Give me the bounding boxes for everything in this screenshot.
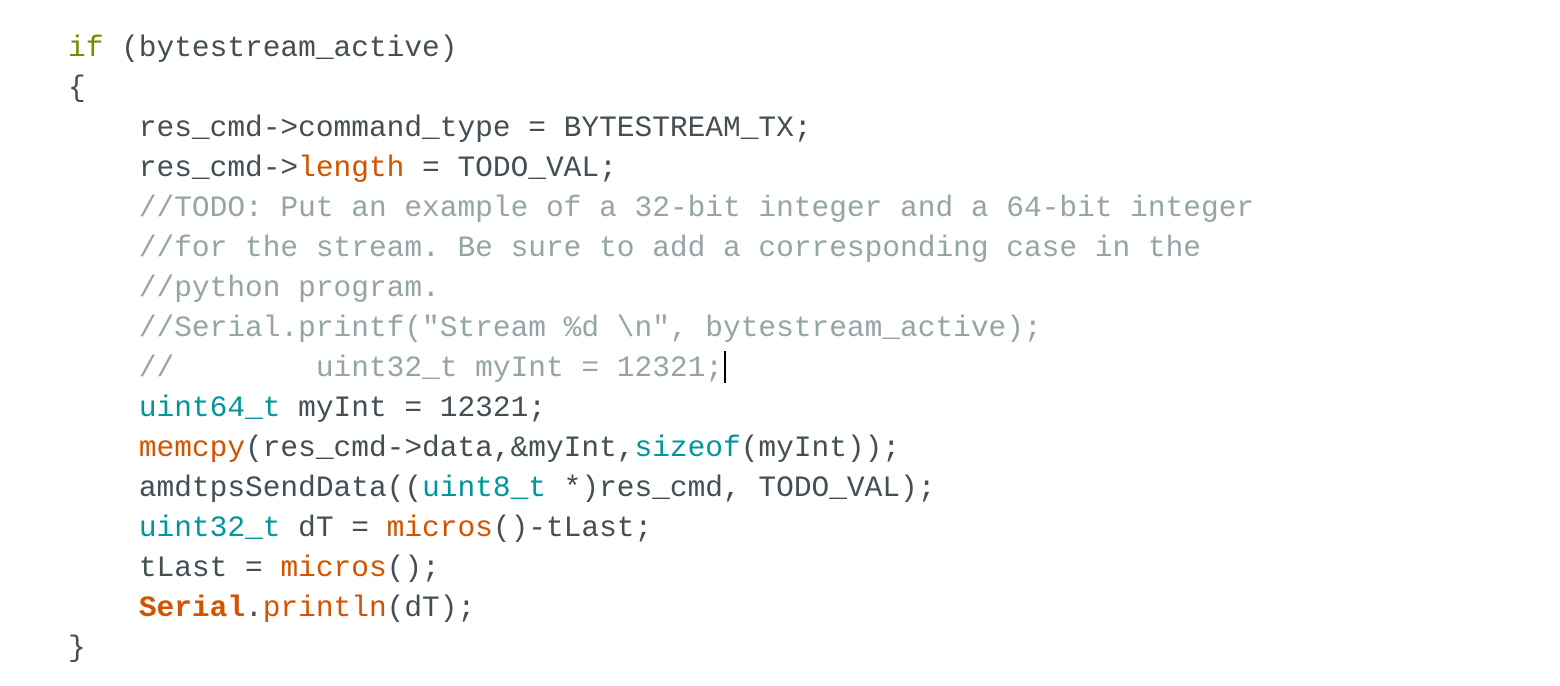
code-token-kw: if bbox=[68, 31, 104, 65]
code-line[interactable]: res_cmd->length = TODO_VAL; bbox=[68, 148, 1538, 188]
text-caret bbox=[724, 351, 727, 383]
code-token-fn: micros bbox=[280, 551, 387, 585]
code-token-plain: (dT); bbox=[386, 591, 476, 625]
code-token-type: uint64_t bbox=[138, 391, 281, 425]
code-token-plain: *)res_cmd, TODO_VAL); bbox=[545, 471, 936, 505]
code-line[interactable]: tLast = micros(); bbox=[68, 548, 1538, 588]
code-token-fn: memcpy bbox=[138, 431, 246, 465]
code-line[interactable]: uint64_t myInt = 12321; bbox=[68, 388, 1538, 428]
code-token-type: sizeof bbox=[634, 431, 741, 465]
code-line[interactable]: memcpy(res_cmd->data,&myInt,sizeof(myInt… bbox=[68, 428, 1538, 468]
code-token-plain: amdtpsSendData(( bbox=[138, 471, 423, 505]
code-token-comment: //Serial.printf("Stream %d \n", bytestre… bbox=[138, 311, 1042, 345]
code-token-plain: (myInt)); bbox=[740, 431, 901, 465]
code-line[interactable]: { bbox=[68, 68, 1538, 108]
code-line[interactable]: //Serial.printf("Stream %d \n", bytestre… bbox=[68, 308, 1538, 348]
code-token-class: Serial bbox=[138, 591, 246, 625]
code-token-fn: length bbox=[298, 151, 405, 185]
code-token-fn: micros bbox=[386, 511, 493, 545]
code-token-plain: (bytestream_active) bbox=[103, 31, 458, 65]
code-token-plain: . bbox=[245, 591, 263, 625]
code-token-plain: (); bbox=[386, 551, 440, 585]
code-token-plain: res_cmd-> bbox=[138, 151, 299, 185]
code-token-plain: tLast = bbox=[138, 551, 281, 585]
code-token-plain: = TODO_VAL; bbox=[404, 151, 617, 185]
code-line[interactable]: //for the stream. Be sure to add a corre… bbox=[68, 228, 1538, 268]
code-token-plain: { bbox=[68, 71, 86, 105]
code-line[interactable]: //python program. bbox=[68, 268, 1538, 308]
code-token-comment: // uint32_t myInt = 12321; bbox=[138, 351, 724, 385]
code-token-plain: myInt = 12321; bbox=[280, 391, 546, 425]
code-line[interactable]: Serial.println(dT); bbox=[68, 588, 1538, 628]
code-line[interactable]: //TODO: Put an example of a 32-bit integ… bbox=[68, 188, 1538, 228]
code-line[interactable]: // uint32_t myInt = 12321; bbox=[68, 348, 1538, 388]
code-token-fn: println bbox=[262, 591, 387, 625]
code-editor[interactable]: if (bytestream_active){ res_cmd->command… bbox=[68, 28, 1538, 668]
code-token-type: uint8_t bbox=[422, 471, 546, 505]
code-token-plain: ()-tLast; bbox=[492, 511, 653, 545]
code-line[interactable]: uint32_t dT = micros()-tLast; bbox=[68, 508, 1538, 548]
code-token-plain: dT = bbox=[280, 511, 387, 545]
code-token-plain: (res_cmd->data,&myInt, bbox=[245, 431, 635, 465]
code-line[interactable]: res_cmd->command_type = BYTESTREAM_TX; bbox=[68, 108, 1538, 148]
code-line[interactable]: } bbox=[68, 628, 1538, 668]
code-token-plain: res_cmd->command_type = BYTESTREAM_TX; bbox=[138, 111, 812, 145]
code-token-plain: } bbox=[68, 631, 86, 665]
code-line[interactable]: if (bytestream_active) bbox=[68, 28, 1538, 68]
code-line[interactable]: amdtpsSendData((uint8_t *)res_cmd, TODO_… bbox=[68, 468, 1538, 508]
code-token-comment: //TODO: Put an example of a 32-bit integ… bbox=[138, 191, 1255, 225]
code-token-type: uint32_t bbox=[138, 511, 281, 545]
code-token-comment: //for the stream. Be sure to add a corre… bbox=[138, 231, 1201, 265]
code-token-comment: //python program. bbox=[138, 271, 440, 305]
